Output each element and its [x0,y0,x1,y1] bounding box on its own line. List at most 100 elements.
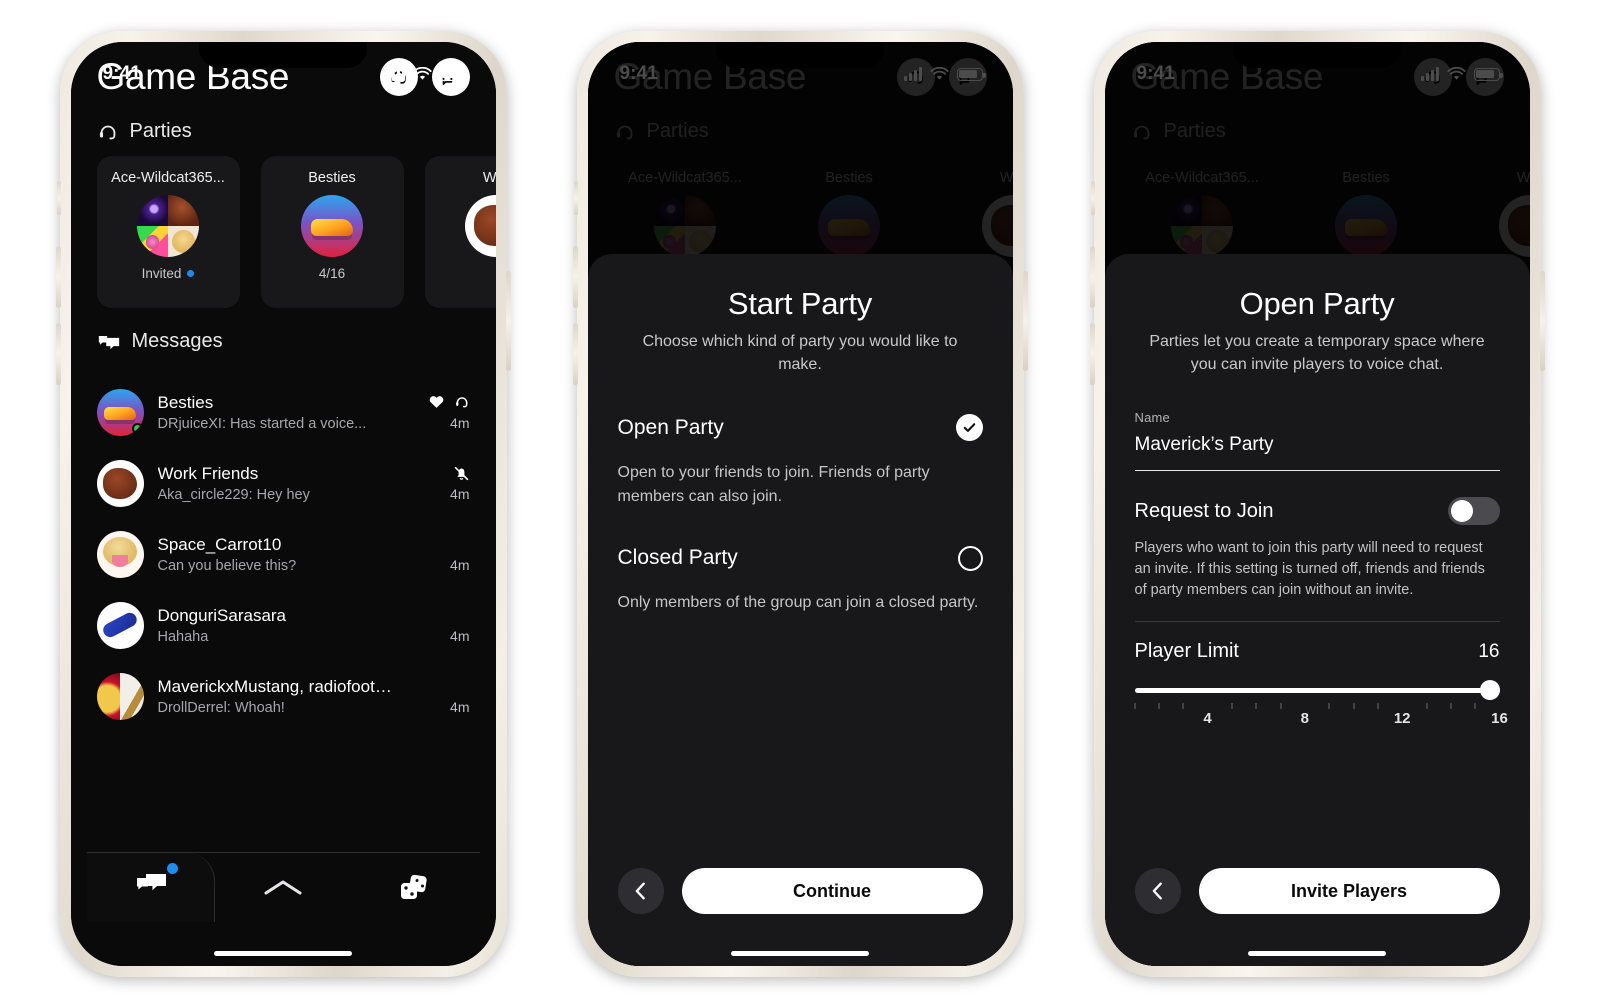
slider-tick [1328,703,1330,710]
wifi-icon [412,67,432,80]
message-title: Space_Carrot10 [157,535,282,554]
slider-tick [1182,703,1184,710]
slider-tick [1353,703,1354,710]
phone-mockups-stage: 9:41 Game Base Parties Ace-Wildcat365...… [0,0,1600,1008]
dice-icon [401,874,427,899]
parties-carousel[interactable]: Ace-Wildcat365... Invited Besties 4/16 W [96,156,496,308]
tab-dice[interactable] [349,874,480,902]
parties-section-header: Parties [97,120,470,143]
player-limit-value: 16 [1478,640,1500,662]
volume-up-button[interactable] [1089,246,1095,308]
list-item[interactable]: DonguriSarasara Hahaha 4m [96,590,470,661]
cellular-bars-icon [386,66,405,81]
screen-1: 9:41 Game Base Parties Ace-Wildcat365...… [70,42,496,966]
messages-label: Messages [131,330,223,352]
radio-unselected-icon[interactable] [957,545,983,571]
power-button[interactable] [1022,271,1028,371]
chat-bubbles-icon [98,335,119,349]
party-card-name: Ace-Wildcat365... [111,170,225,186]
continue-button[interactable]: Continue [681,868,983,914]
volume-down-button[interactable] [55,323,61,385]
list-item[interactable]: Work Friends Aka_circle229: Hey hey 4m [96,448,470,519]
list-item[interactable]: Besties DRjuiceXI: Has started a voice..… [96,377,470,448]
message-time: 4m [450,699,470,715]
slider-tick [1450,703,1452,710]
phone-1-frame: 9:41 Game Base Parties Ace-Wildcat365...… [55,31,511,977]
message-title: Besties [157,393,214,412]
slider-tick [1377,703,1379,710]
volume-up-button[interactable] [55,246,61,308]
invite-players-button[interactable]: Invite Players [1198,868,1500,914]
party-card[interactable]: Besties 4/16 [260,156,404,308]
party-card-name: Besties [308,170,356,186]
slider-knob[interactable] [1479,680,1500,701]
power-button[interactable] [1539,271,1545,371]
slider-track [1134,688,1500,694]
messages-list: Besties DRjuiceXI: Has started a voice..… [96,377,470,732]
party-card-status: Invited [141,266,182,281]
request-to-join-toggle[interactable] [1447,497,1500,526]
home-indicator [214,951,352,956]
slider-tick [1280,703,1281,710]
quad-avatar [137,195,199,257]
unread-dot-icon [187,270,195,277]
request-to-join-description: Players who want to join this party will… [1134,540,1485,599]
option-label: Open Party [617,415,724,439]
volume-down-button[interactable] [572,323,578,385]
phone-3-frame: 9:41 Game Base [1089,31,1545,977]
party-card-meta: 4/16 [319,266,345,281]
slider-tick-label: 8 [1300,710,1309,728]
party-card[interactable]: Ace-Wildcat365... Invited [96,156,240,308]
option-label: Closed Party [617,546,738,570]
player-limit-slider[interactable] [1134,680,1500,701]
home-indicator [1248,951,1386,956]
name-field-label: Name [1134,410,1170,426]
request-to-join-row[interactable]: Request to Join [1135,497,1500,526]
cat-avatar [96,531,144,578]
back-button[interactable] [617,868,664,914]
headset-icon [455,397,467,408]
slider-tick [1255,703,1257,710]
party-card[interactable]: Wor [424,156,496,308]
radio-selected-icon[interactable] [955,414,983,442]
volume-up-button[interactable] [572,246,578,308]
messages-section-header: Messages [97,330,470,353]
sheet-subtitle: Parties let you create a temporary space… [1149,333,1485,373]
message-time: 4m [450,486,470,502]
option-closed-party[interactable]: Closed Party [617,545,983,571]
power-button[interactable] [505,271,511,371]
message-preview: Hahaha [157,629,209,645]
sheet-title: Open Party [1239,286,1395,321]
party-name-field[interactable]: Name Maverick’s Party [1134,410,1500,472]
name-input[interactable]: Maverick’s Party [1134,434,1500,472]
tab-expand[interactable] [218,877,349,899]
list-item[interactable]: Space_Carrot10 Can you believe this? 4m [96,519,470,590]
start-party-sheet: Start Party Choose which kind of party y… [587,254,1013,966]
list-item[interactable]: MaverickxMustang, radiofoot359315 DrollD… [96,661,470,732]
volume-down-button[interactable] [1089,323,1095,385]
device-notch [716,42,884,68]
message-time: 4m [450,557,470,573]
online-status-icon [131,423,143,434]
device-notch [199,42,367,68]
slider-tick [1426,703,1427,710]
chat-bubbles-icon [137,874,166,891]
status-time: 9:41 [102,63,141,84]
game-base-app: Game Base Parties Ace-Wildcat365... Invi… [71,42,496,966]
option-open-party[interactable]: Open Party [617,414,983,442]
maverick-avatar [96,673,144,720]
tab-messages[interactable] [87,863,218,903]
bottom-tab-bar [71,836,496,922]
slider-tick [1134,703,1135,710]
mute-switch[interactable] [573,181,578,215]
chevron-left-icon [1152,882,1162,900]
sheet-title: Start Party [727,286,873,321]
device-notch [1233,42,1401,68]
message-title: Work Friends [157,464,259,483]
mute-switch[interactable] [56,181,61,215]
party-card-name: Wor [482,170,496,186]
chevron-up-icon [264,880,302,894]
back-button[interactable] [1134,868,1181,914]
mute-switch[interactable] [1090,181,1095,215]
option-description: Only members of the group can join a clo… [617,593,979,611]
